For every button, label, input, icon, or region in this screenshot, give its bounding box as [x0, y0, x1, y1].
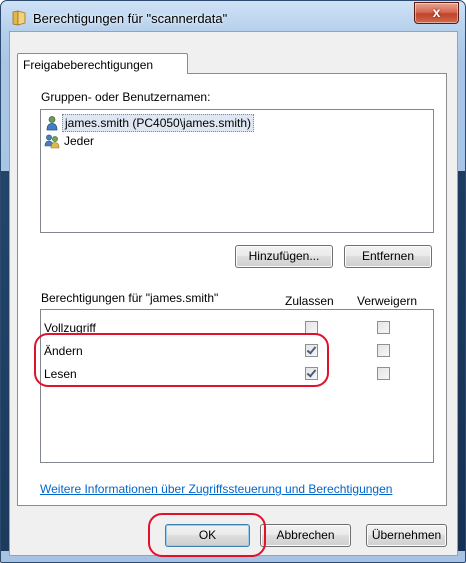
groups-listbox[interactable]: james.smith (PC4050\james.smith) Jeder [40, 109, 434, 233]
apply-button[interactable]: Übernehmen [366, 524, 447, 547]
permissions-label: Berechtigungen für "james.smith" [41, 291, 219, 305]
deny-column-header: Verweigern [357, 294, 418, 308]
deny-checkbox-aendern[interactable] [377, 344, 390, 357]
close-icon: x [432, 4, 441, 20]
deny-checkbox-vollzugriff[interactable] [377, 321, 390, 334]
tab-freigabeberechtigungen[interactable]: Freigabeberechtigungen [17, 53, 188, 74]
tab-label: Freigabeberechtigungen [23, 58, 154, 72]
window-title: Berechtigungen für "scannerdata" [33, 11, 228, 26]
allow-column-header: Zulassen [285, 294, 334, 308]
add-button[interactable]: Hinzufügen... [235, 245, 333, 268]
more-info-link[interactable]: Weitere Informationen über Zugriffssteue… [40, 482, 392, 496]
permission-name: Vollzugriff [44, 321, 96, 335]
list-item-label: james.smith (PC4050\james.smith) [62, 114, 255, 132]
folder-icon [12, 10, 26, 26]
permission-name: Lesen [44, 367, 77, 381]
allow-checkbox-vollzugriff[interactable] [305, 321, 318, 334]
user-icon [46, 116, 58, 131]
allow-checkbox-lesen[interactable] [305, 367, 318, 380]
close-button[interactable]: x [414, 2, 459, 24]
users-group-icon [44, 134, 60, 149]
background-strip-left [1, 171, 9, 551]
permissions-list: Vollzugriff Ändern Lesen [40, 309, 434, 463]
ok-button[interactable]: OK [165, 524, 250, 547]
permission-row-aendern: Ändern [41, 341, 433, 361]
background-strip-right [457, 171, 465, 551]
permission-name: Ändern [44, 344, 83, 358]
allow-checkbox-aendern[interactable] [305, 344, 318, 357]
deny-checkbox-lesen[interactable] [377, 367, 390, 380]
remove-button[interactable]: Entfernen [344, 245, 432, 268]
permission-row-lesen: Lesen [41, 364, 433, 384]
cancel-button[interactable]: Abbrechen [260, 524, 351, 547]
list-item-label: Jeder [64, 134, 95, 148]
groups-label: Gruppen- oder Benutzernamen: [41, 90, 211, 104]
permission-row-vollzugriff: Vollzugriff [41, 318, 433, 338]
